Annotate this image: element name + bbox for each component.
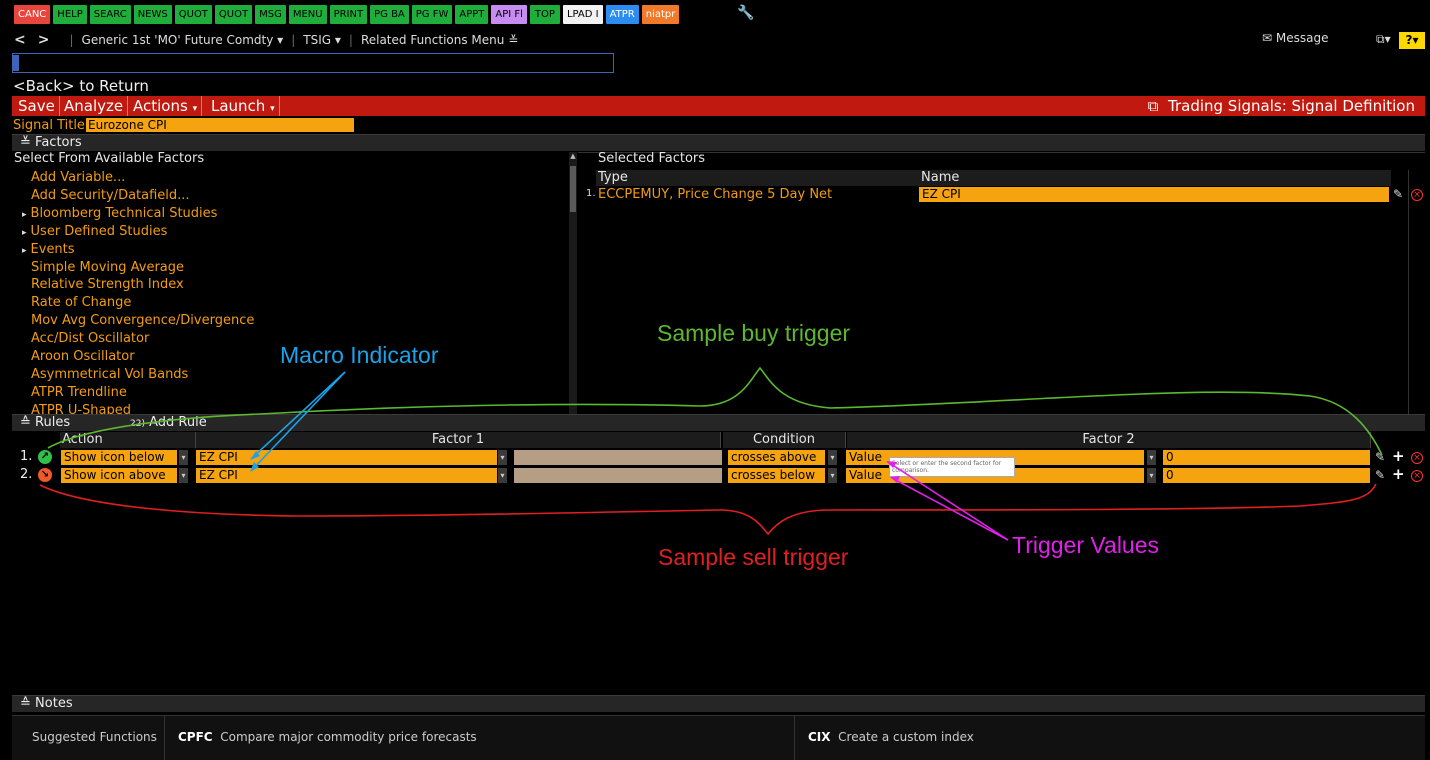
notes-section-header[interactable]: ≙ Notes [12,695,1425,712]
trigger-arrow-1 [887,461,1009,541]
expand-icon[interactable]: ≙ [20,696,31,711]
sell-trigger-brace [39,483,1377,536]
annotation-buy-trigger: Sample buy trigger [657,320,851,346]
suggested-item-cpfc[interactable]: CPFC Compare major commodity price forec… [178,730,477,744]
annotation-macro-indicator: Macro Indicator [280,342,439,368]
macro-arrow-1 [251,371,346,459]
suggested-item-cix[interactable]: CIX Create a custom index [808,730,974,744]
macro-arrow-2 [251,371,346,471]
buy-trigger-brace [47,366,1383,456]
annotation-sell-trigger: Sample sell trigger [658,544,849,570]
annotation-trigger-values: Trigger Values [1012,532,1160,558]
suggested-functions-bar: Suggested Functions CPFC Compare major c… [12,715,1425,760]
suggested-functions-label: Suggested Functions [32,730,157,744]
annotation-overlay [39,366,1383,541]
